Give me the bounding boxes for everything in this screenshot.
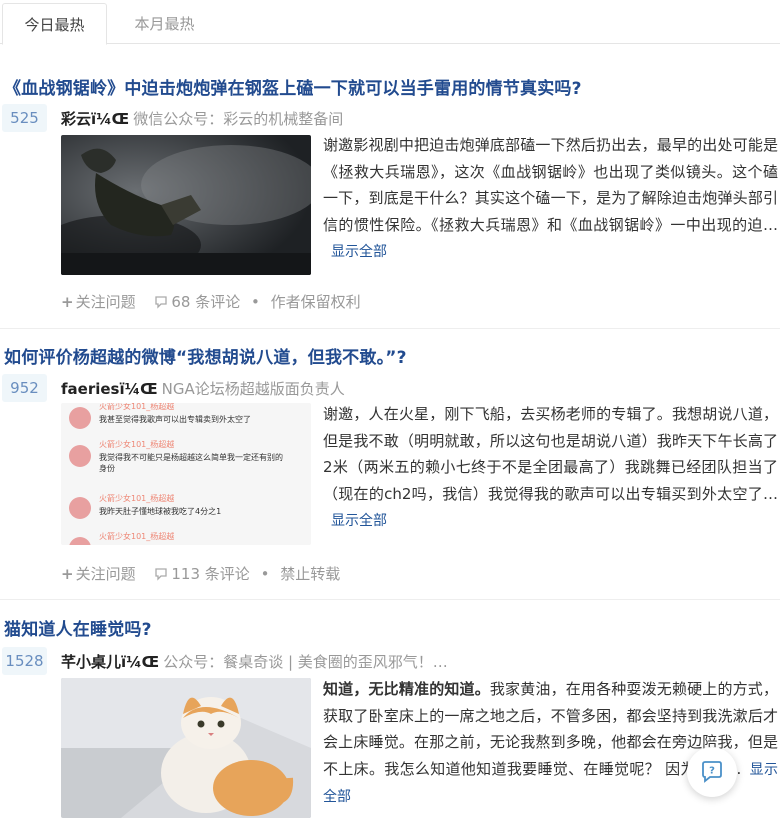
show-all-link[interactable]: 显示全部	[331, 513, 387, 529]
author-line: faeriesï¼Œ NGA论坛杨超越版面负责人	[61, 378, 345, 399]
author-line: 彩云ï¼Œ 微信公众号：彩云的机械整备间	[61, 108, 343, 129]
author-name[interactable]: faeriesï¼Œ	[61, 380, 158, 398]
author-name[interactable]: 芊小桌儿ï¼Œ	[61, 653, 159, 671]
show-all-link[interactable]: 显示全部	[331, 244, 387, 260]
avatar	[69, 445, 91, 467]
copyright-notice: 作者保留权利	[270, 293, 361, 311]
comments-button[interactable]: 113 条评论	[154, 565, 254, 583]
summary-text: 谢邀影视剧中把迫击炮弹底部磕一下然后扔出去，最早的出处可能是《拯救大兵瑞恩》，这…	[323, 136, 778, 234]
answer-thumbnail[interactable]: 火箭少女101_杨超越 我甚至觉得我歌声可以出专辑卖到外太空了 火箭少女101_…	[61, 403, 311, 545]
author-bio: NGA论坛杨超越版面负责人	[161, 380, 345, 398]
vote-count-button[interactable]: 1528	[2, 647, 47, 675]
follow-label: 关注问题	[75, 565, 136, 583]
answer-meta: + 关注问题 68 条评论 • 作者保留权利	[61, 291, 361, 312]
meta-separator: •	[251, 293, 260, 311]
weibo-comment: 火箭少女101_杨超越	[69, 529, 309, 545]
vote-count-button[interactable]: 952	[2, 374, 47, 402]
question-title[interactable]: 如何评价杨超越的微博“我想胡说八道，但我不敢。”?	[4, 343, 407, 368]
feed-item: 猫知道人在睡觉吗? 1528 芊小桌儿ï¼Œ 公众号：餐桌奇谈 | 美食圈的歪风邪…	[0, 600, 780, 837]
avatar	[69, 497, 91, 519]
author-name[interactable]: 彩云ï¼Œ	[61, 110, 129, 128]
comment-text: 我觉得我不可能只是杨超越这么简单我一定还有别的身份	[99, 453, 283, 473]
help-chat-icon: ?	[702, 761, 722, 783]
answer-meta: + 关注问题 113 条评论 • 禁止转载	[61, 563, 340, 584]
feed-list: 《血战钢锯岭》中迫击炮炮弹在钢盔上磕一下就可以当手雷用的情节真实吗? 525 彩…	[0, 44, 780, 837]
avatar	[69, 537, 91, 545]
comment-icon	[155, 296, 168, 309]
reprint-notice: 禁止转载	[280, 565, 341, 583]
summary-text: 谢邀，人在火星，刚下飞船，去买杨老师的专辑了。我想胡说八道，但是我不敢（明明就敢…	[323, 405, 778, 503]
help-chat-button[interactable]: ?	[687, 747, 737, 797]
author-bio: 微信公众号：彩云的机械整备间	[133, 110, 344, 128]
comments-button[interactable]: 68 条评论	[154, 293, 245, 311]
weibo-comment: 火箭少女101_杨超越 我昨天肚子懂地球被我吃了4分之1	[69, 491, 309, 525]
answer-thumbnail[interactable]	[61, 678, 311, 818]
meta-separator: •	[260, 565, 270, 583]
comments-count: 113 条评论	[171, 565, 250, 583]
comment-text: 我昨天肚子懂地球被我吃了4分之1	[99, 507, 222, 516]
question-title[interactable]: 猫知道人在睡觉吗?	[4, 615, 152, 640]
svg-text:?: ?	[709, 766, 715, 777]
answer-summary: 谢邀，人在火星，刚下飞船，去买杨老师的专辑了。我想胡说八道，但是我不敢（明明就敢…	[323, 401, 778, 535]
comment-user: 火箭少女101_杨超越	[99, 494, 175, 503]
comment-user: 火箭少女101_杨超越	[99, 532, 175, 541]
feed-item: 如何评价杨超越的微博“我想胡说八道，但我不敢。”? 952 faeriesï¼Œ…	[0, 329, 780, 600]
vote-count-button[interactable]: 525	[2, 104, 47, 132]
author-bio: 公众号：餐桌奇谈 | 美食圈的歪风邪气！…	[163, 653, 448, 671]
author-line: 芊小桌儿ï¼Œ 公众号：餐桌奇谈 | 美食圈的歪风邪气！…	[61, 651, 448, 672]
tab-bar: 今日最热 本月最热	[0, 0, 780, 45]
answer-summary: 谢邀影视剧中把迫击炮弹底部磕一下然后扔出去，最早的出处可能是《拯救大兵瑞恩》，这…	[323, 132, 778, 266]
weibo-comment: 火箭少女101_杨超越 我甚至觉得我歌声可以出专辑卖到外太空了	[69, 403, 309, 433]
avatar	[69, 407, 91, 429]
follow-question-button[interactable]: + 关注问题	[61, 293, 136, 311]
plus-icon: +	[61, 293, 74, 311]
comment-text: 我甚至觉得我歌声可以出专辑卖到外太空了	[99, 415, 251, 424]
answer-thumbnail[interactable]	[61, 135, 311, 275]
question-title[interactable]: 《血战钢锯岭》中迫击炮炮弹在钢盔上磕一下就可以当手雷用的情节真实吗?	[4, 74, 582, 99]
tab-today-hot[interactable]: 今日最热	[2, 3, 107, 45]
feed-item: 《血战钢锯岭》中迫击炮炮弹在钢盔上磕一下就可以当手雷用的情节真实吗? 525 彩…	[0, 44, 780, 329]
comment-icon	[155, 568, 168, 581]
comment-user: 火箭少女101_杨超越	[99, 403, 175, 411]
battle-scene-image	[61, 135, 311, 275]
follow-question-button[interactable]: + 关注问题	[61, 565, 136, 583]
cat-photo-image	[61, 678, 311, 818]
weibo-comment: 火箭少女101_杨超越 我觉得我不可能只是杨超越这么简单我一定还有别的身份	[69, 437, 309, 481]
follow-label: 关注问题	[75, 293, 136, 311]
summary-lead: 知道，无比精准的知道。	[323, 680, 490, 698]
comments-count: 68 条评论	[171, 293, 241, 311]
comment-user: 火箭少女101_杨超越	[99, 440, 175, 449]
plus-icon: +	[61, 565, 74, 583]
tab-month-hot[interactable]: 本月最热	[107, 3, 222, 45]
